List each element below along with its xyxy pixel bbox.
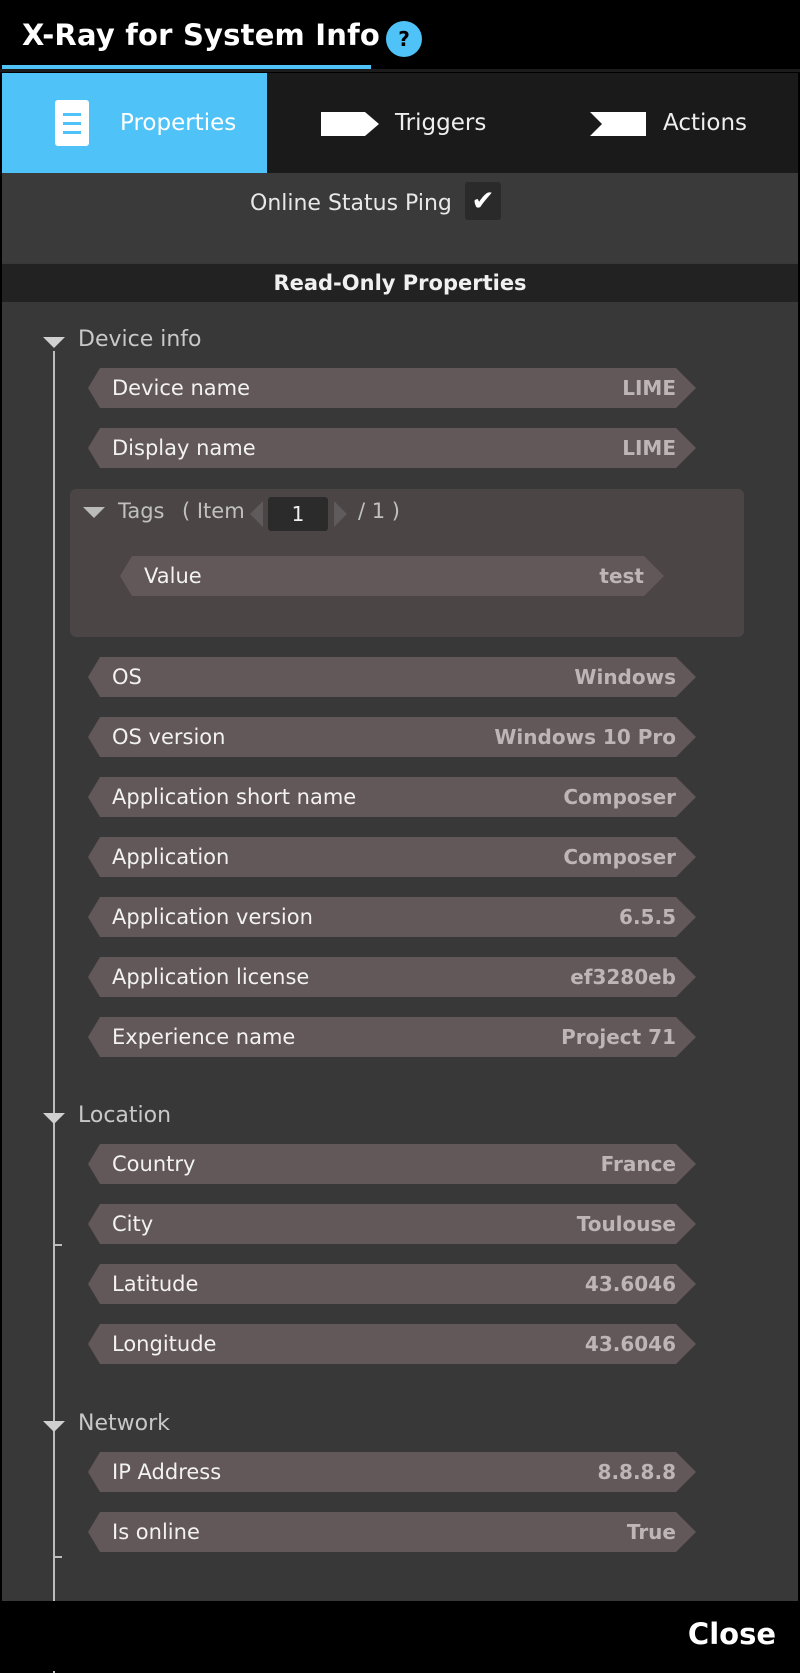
property-application-license: Application license ef3280eb [88,957,696,997]
tags-group: Tags ( Item 1 / 1 ) Value test [70,489,744,637]
tags-title: Tags [118,499,165,523]
property-device-name: Device name LIME [88,368,696,408]
trigger-arrow-icon [321,112,379,136]
tags-item-prev-button[interactable] [250,501,263,527]
tab-triggers[interactable]: Triggers [267,73,535,173]
online-status-ping-label: Online Status Ping [250,191,452,216]
property-city: City Toulouse [88,1204,696,1244]
property-experience-name: Experience name Project 71 [88,1017,696,1057]
property-ip-address: IP Address 8.8.8.8 [88,1452,696,1492]
device-info-collapse-icon[interactable] [43,337,65,348]
close-button[interactable]: Close [688,1617,776,1651]
property-application: Application Composer [88,837,696,877]
footer-bar: Close [2,1601,798,1671]
window-title: X-Ray for System Info [22,18,381,52]
properties-panel: Online Status Ping ✔ Read-Only Propertie… [2,173,798,1673]
property-country: Country France [88,1144,696,1184]
tab-actions-label: Actions [663,110,748,136]
action-arrow-icon [590,112,646,136]
tab-actions[interactable]: Actions [535,73,798,173]
tags-item-next-button[interactable] [334,501,347,527]
document-icon [55,100,89,146]
property-os: OS Windows [88,657,696,697]
property-longitude: Longitude 43.6046 [88,1324,696,1364]
property-application-short-name: Application short name Composer [88,777,696,817]
tags-item-total: / 1 ) [358,499,400,523]
location-collapse-icon[interactable] [43,1113,65,1124]
title-bar: X-Ray for System Info ? [0,0,800,70]
tab-properties-label: Properties [120,110,237,136]
property-application-version: Application version 6.5.5 [88,897,696,937]
online-status-ping-checkbox[interactable]: ✔ [465,182,501,220]
tags-item-index-input[interactable]: 1 [268,497,328,531]
tags-item-prefix: ( Item [182,499,245,523]
device-info-title: Device info [78,327,202,352]
property-tag-value: Value test [120,556,664,596]
tab-triggers-label: Triggers [395,110,487,136]
read-only-properties-header: Read-Only Properties [2,264,798,302]
help-icon[interactable]: ? [386,21,422,57]
network-title: Network [78,1411,170,1436]
property-display-name: Display name LIME [88,428,696,468]
property-os-version: OS version Windows 10 Pro [88,717,696,757]
property-latitude: Latitude 43.6046 [88,1264,696,1304]
tags-collapse-icon[interactable] [83,507,105,518]
tab-properties[interactable]: Properties [2,73,267,173]
network-collapse-icon[interactable] [43,1421,65,1432]
online-status-ping-row: Online Status Ping ✔ [2,173,798,263]
property-is-online: Is online True [88,1512,696,1552]
tab-bar: Properties Triggers Actions [2,73,798,173]
device-info-tree-line [53,351,55,1246]
location-title: Location [78,1103,172,1128]
header-divider [0,69,800,72]
